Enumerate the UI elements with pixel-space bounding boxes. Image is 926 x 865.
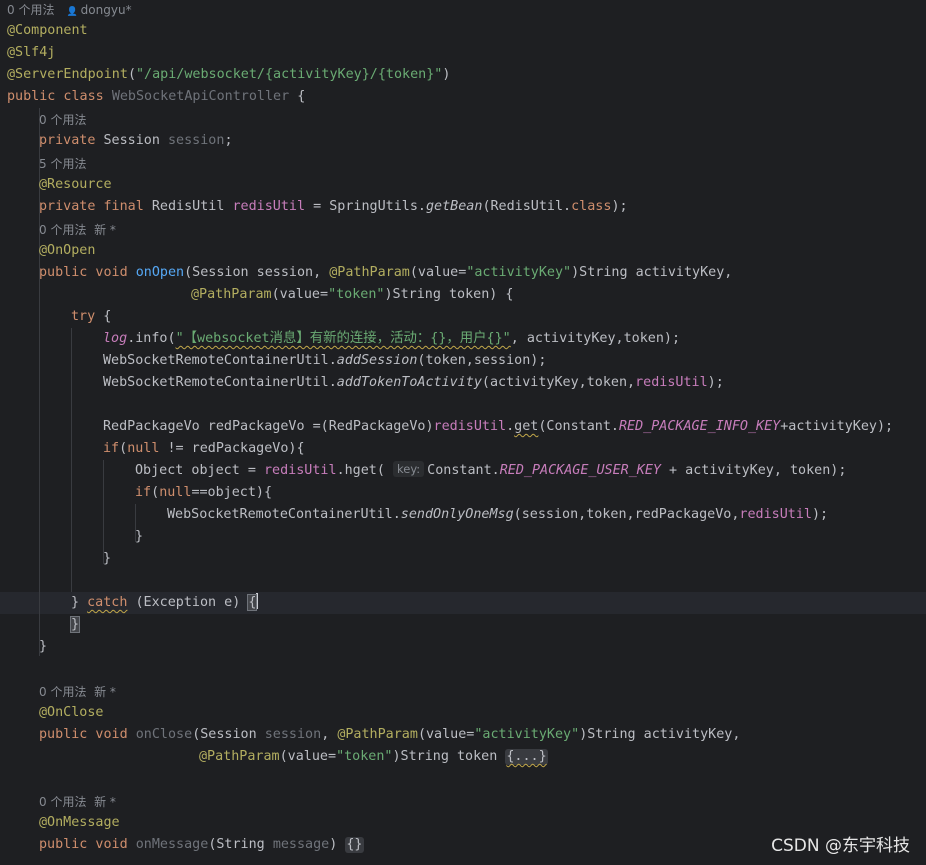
code-line: @OnClose <box>39 705 104 720</box>
usage-hint[interactable]: 0 个用法 👤 dongyu* <box>7 0 132 20</box>
code-line: } catch (Exception e) { <box>71 593 259 611</box>
usage-hint[interactable]: 0 个用法 新 * <box>39 220 116 240</box>
code-line: public void onMessage(String message) {} <box>39 837 364 853</box>
code-line: } <box>135 529 144 544</box>
code-line: @OnMessage <box>39 815 120 830</box>
code-line: public void onClose(Session session, @Pa… <box>39 727 741 742</box>
code-line: } <box>69 614 81 636</box>
watermark: CSDN @东宇科技 <box>771 836 910 856</box>
usage-hint[interactable]: 0 个用法 <box>39 110 86 130</box>
code-line: RedPackageVo redPackageVo =(RedPackageVo… <box>103 419 894 434</box>
code-line: if(null==object){ <box>135 485 273 500</box>
code-line: public class WebSocketApiController { <box>7 89 306 104</box>
code-editor[interactable]: 0 个用法 👤 dongyu* @Component @Slf4j @ServerE… <box>0 0 926 865</box>
code-line: @OnOpen <box>39 243 96 258</box>
code-line: @Resource <box>39 177 112 192</box>
code-line: @PathParam(value="token")String token) { <box>191 287 514 302</box>
code-line: try { <box>71 309 112 324</box>
usage-hint[interactable]: 0 个用法 新 * <box>39 792 116 812</box>
code-line: WebSocketRemoteContainerUtil.addSession(… <box>103 353 547 368</box>
code-line: } <box>39 639 48 654</box>
code-line: @Component <box>7 23 88 38</box>
code-line: private Session session; <box>39 133 233 148</box>
code-line: @PathParam(value="token")String token {.… <box>199 749 548 765</box>
folded-code-block[interactable]: {...} <box>505 749 548 765</box>
parameter-name-hint: key: <box>393 461 425 477</box>
code-line: WebSocketRemoteContainerUtil.sendOnlyOne… <box>167 507 829 522</box>
code-line: } <box>103 551 112 566</box>
code-line: if(null != redPackageVo){ <box>103 441 305 456</box>
code-line: WebSocketRemoteContainerUtil.addTokenToA… <box>103 375 724 390</box>
code-line: log.info("【websocket消息】有新的连接，活动：{}，用户{}"… <box>103 331 681 346</box>
code-line: public void onOpen(Session session, @Pat… <box>39 265 733 280</box>
matched-brace: } <box>69 616 81 633</box>
author-name: dongyu <box>80 3 126 17</box>
folded-code-block[interactable]: {} <box>345 837 364 853</box>
indent-guide <box>71 328 72 592</box>
code-line: Object object = redisUtil.hget( key: Cons… <box>135 461 847 478</box>
user-icon: 👤 <box>66 7 78 17</box>
text-caret <box>256 593 259 609</box>
code-line: @Slf4j <box>7 45 56 60</box>
matched-brace: { <box>247 594 258 611</box>
usage-hint[interactable]: 0 个用法 新 * <box>39 682 116 702</box>
code-line: private final RedisUtil redisUtil = Spri… <box>39 199 628 214</box>
usage-hint[interactable]: 5 个用法 <box>39 154 86 174</box>
code-line: @ServerEndpoint("/api/websocket/{activit… <box>7 67 451 82</box>
